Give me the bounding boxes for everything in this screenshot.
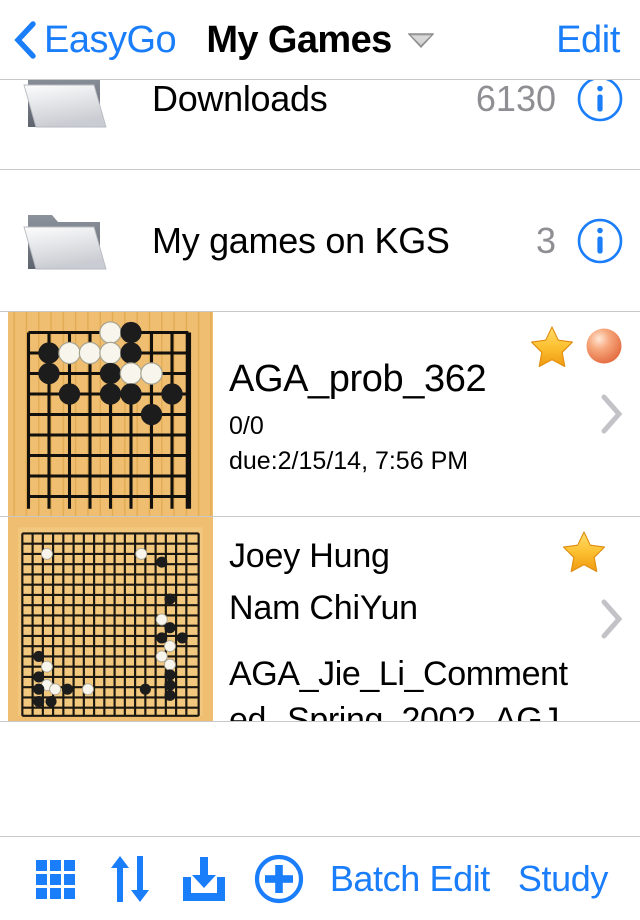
game-event-line-2: Spring_2002_AGJ [287, 700, 559, 721]
study-button[interactable]: Study [504, 849, 622, 909]
game-details: Joey Hung Nam ChiYun AGA_Jie_Li_Commente… [213, 517, 640, 721]
back-button-label: EasyGo [44, 18, 177, 61]
go-board-corner-thumbnail [8, 312, 213, 516]
app-root: EasyGo My Games Edit Downloads 6130 My g… [0, 0, 640, 920]
player-white-name: Nam ChiYun [229, 588, 418, 627]
folder-item-count: 6130 [475, 80, 556, 119]
grid-view-icon [36, 859, 76, 899]
game-event-name: AGA_Jie_Li_Commented Spring_2002_AGJ [229, 652, 574, 721]
folder-go-icon [23, 214, 107, 269]
page-title: My Games [206, 18, 392, 61]
chevron-right-icon[interactable] [600, 393, 624, 435]
caret-down-icon[interactable] [407, 32, 434, 48]
navigation-bar: EasyGo My Games Edit [0, 0, 640, 80]
game-text-block: Joey Hung Nam ChiYun AGA_Jie_Li_Commente… [229, 531, 574, 721]
folder-label: Downloads [152, 80, 328, 119]
sort-arrows-icon [110, 855, 149, 902]
info-icon[interactable] [576, 217, 624, 265]
folder-item-count: 3 [535, 219, 556, 261]
import-button[interactable] [167, 849, 241, 909]
bottom-toolbar: Batch Edit Study [0, 836, 640, 920]
chevron-right-icon[interactable] [600, 598, 624, 640]
player-black-name: Joey Hung [229, 537, 390, 575]
orange-stone-icon [586, 328, 622, 364]
go-board-full-thumbnail [8, 517, 213, 721]
folder-label: My games on KGS [152, 219, 450, 261]
list-item-game-joey-hung[interactable]: Joey Hung Nam ChiYun AGA_Jie_Li_Commente… [0, 517, 640, 722]
sort-button[interactable] [92, 849, 166, 909]
list-item-folder-kgs[interactable]: My games on KGS 3 [0, 170, 640, 312]
plus-circle-icon [254, 854, 303, 903]
grid-view-button[interactable] [18, 849, 92, 909]
games-list[interactable]: Downloads 6130 My games on KGS 3 AGA_pro… [0, 80, 640, 836]
game-details: AGA_prob_362 0/0 due:2/15/14, 7:56 PM [213, 312, 640, 516]
info-icon[interactable] [576, 80, 624, 123]
back-button[interactable]: EasyGo [14, 18, 177, 61]
game-text-block: AGA_prob_362 0/0 due:2/15/14, 7:56 PM [229, 358, 570, 478]
batch-edit-button[interactable]: Batch Edit [316, 849, 504, 909]
folder-go-icon [23, 80, 107, 127]
study-label: Study [517, 857, 608, 899]
add-button[interactable] [241, 849, 315, 909]
edit-button[interactable]: Edit [556, 21, 620, 59]
chevron-left-icon [14, 20, 36, 59]
list-item-folder-downloads[interactable]: Downloads 6130 [0, 80, 640, 170]
game-title: AGA_prob_362 [229, 358, 487, 400]
download-tray-icon [183, 856, 226, 901]
game-progress: 0/0 [229, 411, 264, 440]
game-due-date: due:2/15/14, 7:56 PM [229, 446, 469, 475]
batch-edit-label: Batch Edit [329, 857, 490, 899]
list-item-game-aga-prob-362[interactable]: AGA_prob_362 0/0 due:2/15/14, 7:56 PM [0, 312, 640, 517]
